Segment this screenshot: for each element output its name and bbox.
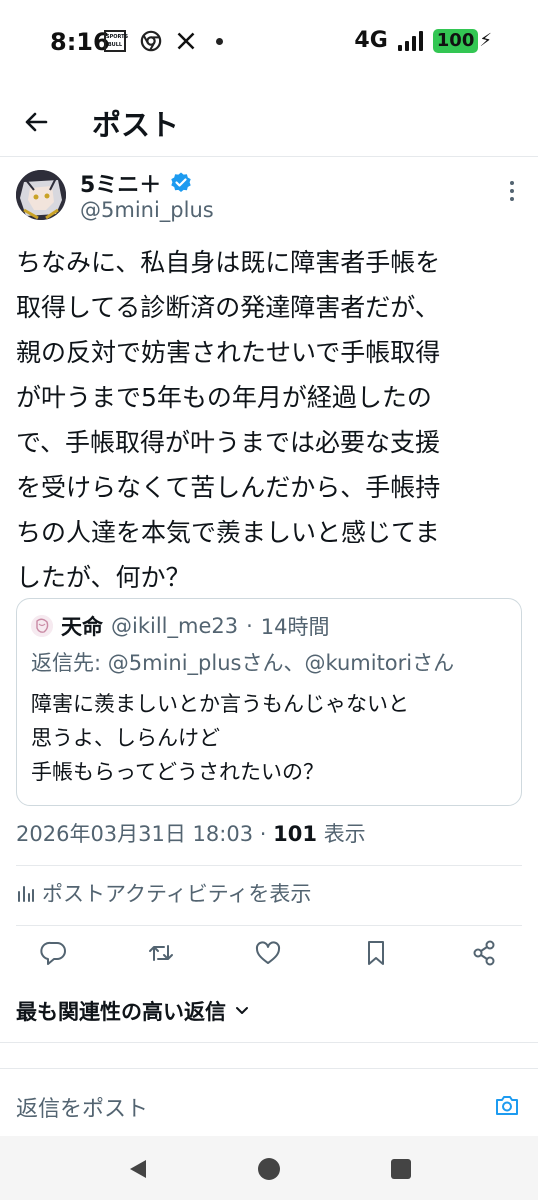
reply-sort-dropdown[interactable]: 最も関連性の高い返信 (16, 996, 250, 1026)
chevron-down-icon (236, 1007, 248, 1014)
author-name-row[interactable]: 5ミニ＋ (80, 167, 193, 199)
author-handle[interactable]: @5mini_plus (80, 198, 214, 222)
reply-composer[interactable]: 返信をポスト (0, 1068, 538, 1134)
avatar[interactable] (16, 170, 66, 220)
status-time: 8:16 (50, 28, 110, 56)
notification-dot-icon (216, 37, 223, 45)
quoted-author-avatar (31, 615, 53, 637)
post-activity-label[interactable]: ポストアクティビティを表示 (42, 878, 311, 908)
reply-sort-label[interactable]: 最も関連性の高い返信 (16, 996, 226, 1026)
verified-badge-icon (171, 172, 192, 192)
chrome-icon (140, 30, 162, 52)
like-icon[interactable] (253, 938, 283, 968)
nav-home-icon[interactable] (258, 1158, 280, 1180)
battery-level: 100 (432, 28, 479, 53)
header-divider (0, 156, 538, 157)
arrow-left-icon[interactable] (22, 108, 50, 136)
network-type: 4G (354, 28, 388, 53)
quoted-post-card[interactable]: 天命 @ikill_me23 · 14時間 返信先: @5mini_plusさん… (16, 598, 522, 806)
battery-icon: 100 ⚡ (432, 28, 492, 53)
system-navigation-bar (0, 1136, 538, 1200)
more-options-icon[interactable] (508, 180, 516, 202)
meta-separator: · (246, 614, 253, 638)
repost-icon[interactable] (146, 938, 176, 968)
status-system-icons: 4G 100 ⚡ (354, 28, 492, 53)
author-name[interactable]: 5ミニ＋ (80, 167, 161, 199)
quoted-post-text: 障害に羨ましいとか言うもんじゃないと 思うよ、しらんけど 手帳もらってどうされた… (31, 692, 409, 784)
camera-icon[interactable] (494, 1093, 520, 1117)
avatar-image (16, 170, 66, 220)
quoted-author-name: 天命 (61, 615, 103, 639)
status-notification-icons: SPORTS BULL (104, 30, 223, 52)
post-text: ちなみに、私自身は既に障害者手帳を 取得してる診断済の発達障害者だが、 親の反対… (16, 248, 441, 592)
x-icon (177, 32, 195, 50)
post-timestamp-row: 2026年03月31日 18:03 · 101 表示 (16, 818, 366, 848)
quoted-post-header: 天命 @ikill_me23 · 14時間 (31, 611, 330, 641)
bookmark-icon[interactable] (361, 938, 391, 968)
post-actions (0, 936, 538, 970)
quoted-post-time: 14時間 (260, 615, 330, 639)
divider (0, 1042, 538, 1043)
post-activity-link[interactable]: ポストアクティビティを表示 (16, 878, 311, 908)
share-icon[interactable] (469, 938, 499, 968)
divider (16, 925, 522, 926)
reply-input[interactable]: 返信をポスト (16, 1091, 148, 1123)
charging-bolt-icon: ⚡ (479, 30, 492, 51)
page-header: ポスト (0, 96, 538, 152)
reply-icon[interactable] (39, 938, 69, 968)
views-count: 101 (273, 822, 317, 846)
page-title: ポスト (92, 108, 180, 142)
post-timestamp: 2026年03月31日 18:03 (16, 822, 254, 846)
nav-recents-icon[interactable] (391, 1159, 411, 1179)
quoted-reply-to: 返信先: @5mini_plusさん、@kumitoriさん (31, 651, 455, 675)
meta-separator: · (259, 822, 267, 846)
analytics-icon (18, 886, 34, 902)
nav-back-icon[interactable] (128, 1158, 148, 1180)
quoted-author-handle: @ikill_me23 (111, 614, 239, 638)
status-bar: 8:16 SPORTS BULL 4G 100 ⚡ (0, 0, 538, 88)
signal-icon (397, 30, 423, 51)
divider (16, 865, 522, 866)
sportsbull-icon: SPORTS BULL (104, 30, 128, 52)
views-label: 表示 (323, 822, 366, 846)
